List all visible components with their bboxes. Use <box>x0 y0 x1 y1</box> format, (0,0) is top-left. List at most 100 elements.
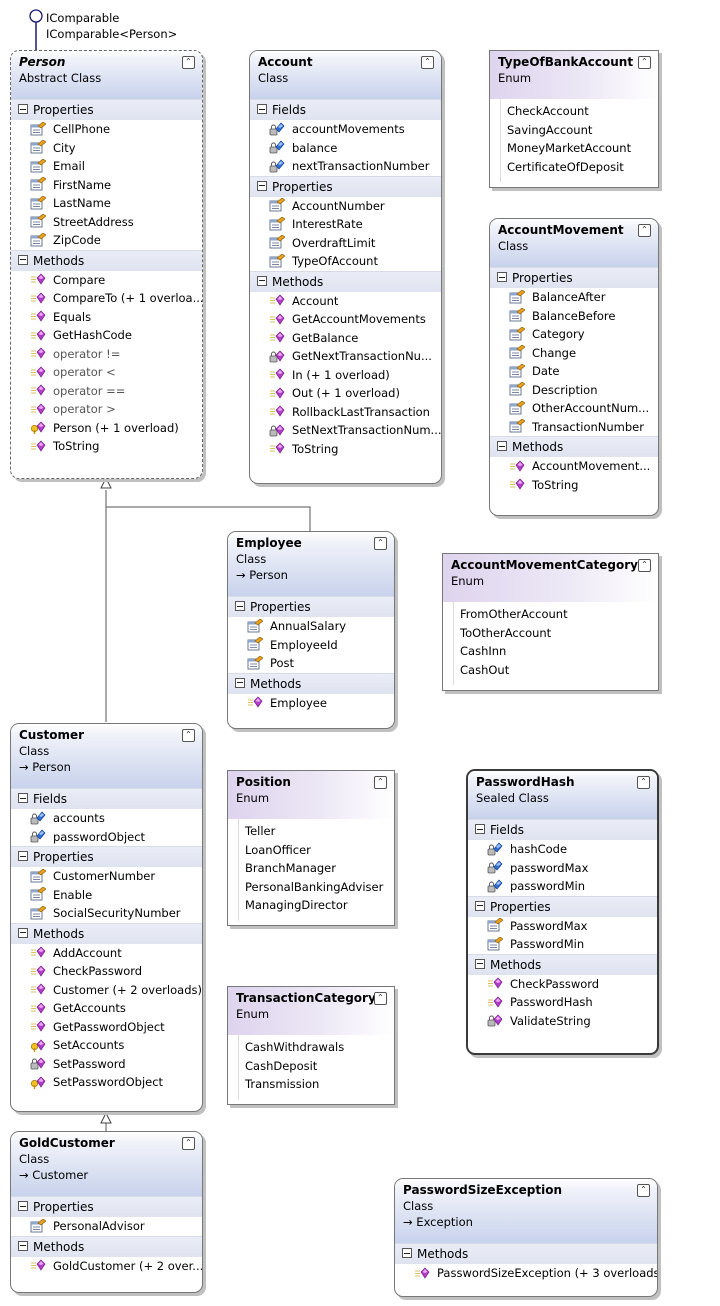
section-header-fields[interactable]: Fields <box>11 788 202 809</box>
member-field[interactable]: balance <box>250 139 441 158</box>
member-property[interactable]: PasswordMin <box>468 935 657 954</box>
enum-shape-typeofbankaccount[interactable]: TypeOfBankAccount Enum ⌃ CheckAccount Saving… <box>489 50 659 188</box>
member-property[interactable]: SocialSecurityNumber <box>11 904 202 923</box>
section-header-properties[interactable]: Properties <box>490 267 658 288</box>
collapse-section-icon[interactable] <box>497 272 507 282</box>
collapse-section-icon[interactable] <box>18 1240 28 1251</box>
member-property[interactable]: PasswordMax <box>468 917 657 936</box>
member-method[interactable]: GetAccountMovements <box>250 310 441 329</box>
member-method[interactable]: Employee <box>228 694 394 713</box>
enum-value[interactable]: CertificateOfDeposit <box>501 158 658 177</box>
class-shape-passwordhash[interactable]: PasswordHash Sealed Class ⌃ Fields hashCode p… <box>466 769 659 1055</box>
collapse-section-icon[interactable] <box>18 851 28 861</box>
section-header-properties[interactable]: Properties <box>468 895 657 917</box>
member-method[interactable]: GetAccounts <box>11 999 202 1018</box>
member-method[interactable]: operator < <box>11 363 202 382</box>
enum-value[interactable]: CashDeposit <box>239 1057 394 1076</box>
collapse-section-icon[interactable] <box>18 1201 28 1211</box>
collapse-shape-button[interactable]: ⌃ <box>638 224 651 237</box>
enum-value[interactable]: CheckAccount <box>501 102 658 121</box>
section-header-methods[interactable]: Methods <box>228 672 394 694</box>
enum-value[interactable]: PersonalBankingAdviser <box>239 878 394 897</box>
enum-value[interactable]: LoanOfficer <box>239 841 394 860</box>
collapse-shape-button[interactable]: ⌃ <box>182 729 195 742</box>
member-method[interactable]: AddAccount <box>11 944 202 963</box>
collapse-section-icon[interactable] <box>257 180 267 191</box>
collapse-section-icon[interactable] <box>475 824 485 834</box>
member-property[interactable]: TypeOfAccount <box>250 252 441 271</box>
collapse-section-icon[interactable] <box>257 275 267 286</box>
enum-value[interactable]: ManagingDirector <box>239 896 394 915</box>
collapse-section-icon[interactable] <box>475 958 485 969</box>
member-method[interactable]: ToString <box>250 440 441 459</box>
member-property[interactable]: CustomerNumber <box>11 867 202 886</box>
member-property[interactable]: AccountNumber <box>250 197 441 216</box>
section-header-properties[interactable]: Properties <box>11 1196 202 1217</box>
member-field[interactable]: passwordMin <box>468 877 657 896</box>
enum-shape-accountmovementcategory[interactable]: AccountMovementCategory Enum ⌃ FromOtherAcc… <box>442 553 659 691</box>
member-method[interactable]: Person (+ 1 overload) <box>11 419 202 438</box>
section-header-properties[interactable]: Properties <box>228 596 394 617</box>
enum-value[interactable]: BranchManager <box>239 859 394 878</box>
enum-value[interactable]: ToOtherAccount <box>454 624 658 643</box>
member-method[interactable]: ToString <box>11 437 202 456</box>
section-header-methods[interactable]: Methods <box>395 1243 657 1264</box>
member-method[interactable]: GetBalance <box>250 329 441 348</box>
section-header-fields[interactable]: Fields <box>468 819 657 840</box>
class-shape-account[interactable]: Account Class ⌃ Fields accountMovements balan… <box>249 50 442 484</box>
collapse-shape-button[interactable]: ⌃ <box>638 559 651 572</box>
member-method[interactable]: Out (+ 1 overload) <box>250 384 441 403</box>
collapse-section-icon[interactable] <box>18 104 28 114</box>
collapse-section-icon[interactable] <box>18 254 28 265</box>
enum-value[interactable]: MoneyMarketAccount <box>501 139 658 158</box>
collapse-section-icon[interactable] <box>235 601 245 611</box>
collapse-shape-button[interactable]: ⌃ <box>637 1184 650 1197</box>
member-method[interactable]: operator != <box>11 345 202 364</box>
member-property[interactable]: InterestRate <box>250 215 441 234</box>
section-header-fields[interactable]: Fields <box>250 99 441 120</box>
member-method[interactable]: AccountMovement... <box>490 457 658 476</box>
enum-value[interactable]: SavingAccount <box>501 121 658 140</box>
member-method[interactable]: Customer (+ 2 overloads) <box>11 981 202 1000</box>
member-property[interactable]: Description <box>490 381 658 400</box>
member-property[interactable]: Date <box>490 362 658 381</box>
collapse-section-icon[interactable] <box>235 677 245 688</box>
collapse-shape-button[interactable]: ⌃ <box>374 992 387 1005</box>
member-method[interactable]: SetPasswordObject <box>11 1073 202 1092</box>
member-method[interactable]: RollbackLastTransaction <box>250 403 441 422</box>
collapse-shape-button[interactable]: ⌃ <box>182 56 195 69</box>
section-header-properties[interactable]: Properties <box>11 846 202 867</box>
member-method[interactable]: Compare <box>11 271 202 290</box>
section-header-methods[interactable]: Methods <box>11 1235 202 1257</box>
member-method[interactable]: SetPassword <box>11 1055 202 1074</box>
class-shape-goldcustomer[interactable]: GoldCustomer Class → Customer ⌃ Properties Pe… <box>10 1131 203 1293</box>
member-property[interactable]: Category <box>490 325 658 344</box>
member-method[interactable]: GetHashCode <box>11 326 202 345</box>
member-field[interactable]: nextTransactionNumber <box>250 157 441 176</box>
member-property[interactable]: LastName <box>11 194 202 213</box>
member-method[interactable]: PasswordHash <box>468 993 657 1012</box>
member-field[interactable]: passwordObject <box>11 828 202 847</box>
member-method[interactable]: operator == <box>11 382 202 401</box>
member-property[interactable]: Post <box>228 654 394 673</box>
section-header-properties[interactable]: Properties <box>11 99 202 120</box>
collapse-shape-button[interactable]: ⌃ <box>374 776 387 789</box>
section-header-methods[interactable]: Methods <box>468 953 657 975</box>
section-header-methods[interactable]: Methods <box>490 436 658 457</box>
collapse-section-icon[interactable] <box>402 1248 412 1258</box>
collapse-section-icon[interactable] <box>257 104 267 114</box>
member-property[interactable]: Change <box>490 344 658 363</box>
member-property[interactable]: StreetAddress <box>11 213 202 232</box>
class-shape-employee[interactable]: Employee Class → Person ⌃ Properties AnnualSa… <box>227 531 395 729</box>
class-shape-accountmovement[interactable]: AccountMovement Class ⌃ Properties BalanceAf… <box>489 218 659 516</box>
member-method[interactable]: Account <box>250 292 441 311</box>
member-method[interactable]: GoldCustomer (+ 2 over... <box>11 1257 202 1276</box>
enum-value[interactable]: Teller <box>239 822 394 841</box>
member-property[interactable]: TransactionNumber <box>490 418 658 437</box>
member-property[interactable]: EmployeeId <box>228 636 394 655</box>
enum-value[interactable]: CashOut <box>454 661 658 680</box>
member-field[interactable]: accountMovements <box>250 120 441 139</box>
member-field[interactable]: accounts <box>11 809 202 828</box>
member-method[interactable]: GetPasswordObject <box>11 1018 202 1037</box>
member-property[interactable]: BalanceAfter <box>490 288 658 307</box>
